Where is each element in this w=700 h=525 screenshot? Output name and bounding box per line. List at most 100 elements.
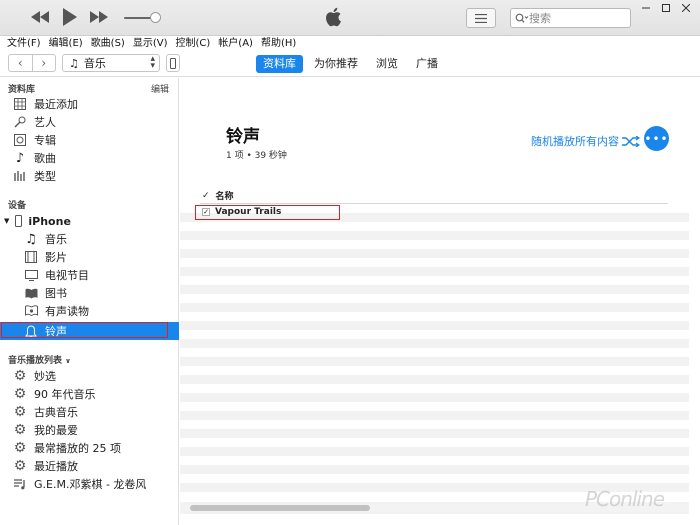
up-down-chevron-icon: ▴ ▾ [150,54,155,71]
menu-edit[interactable]: 编辑(E) [49,36,83,51]
smart-playlist-gear-icon: ⚙ [13,404,27,420]
up-next-list-button[interactable] [466,8,496,28]
sidebar-item-genres[interactable]: 类型 [0,167,179,185]
close-button[interactable] [676,0,696,16]
sidebar-playlist-gem[interactable]: G.E.M.邓紫棋 - 龙卷风 [0,475,179,493]
player-bar [0,0,700,36]
book-icon [24,286,38,300]
menu-song[interactable]: 歌曲(S) [91,36,125,51]
tab-library[interactable]: 资料库 [256,55,303,73]
tab-for-you[interactable]: 为你推荐 [307,55,365,73]
disclosure-triangle-icon: ▼ [4,217,10,225]
smart-playlist-gear-icon: ⚙ [13,422,27,438]
playlists-section-header[interactable]: 音乐播放列表 ∨ [8,353,71,366]
sidebar-highlight-box [1,322,168,338]
sidebar-device-books[interactable]: 图书 [0,284,179,302]
chevron-down-icon: ∨ [65,357,71,365]
menu-bar: 文件(F) 编辑(E) 歌曲(S) 显示(V) 控制(C) 帐户(A) 帮助(H… [0,36,700,51]
list-header: ✓ 名称 [200,188,668,204]
media-type-label: 音乐 [83,57,106,70]
music-note-icon: ♪ [15,150,25,166]
sidebar-item-label: 艺人 [34,116,56,129]
scrollbar-thumb[interactable] [190,505,370,511]
next-track-button[interactable] [89,6,109,28]
chevron-left-icon: ‹ [17,56,23,70]
recent-grid-icon [13,97,27,111]
sidebar-item-label: 图书 [45,287,67,300]
sidebar-playlist-recently-played[interactable]: ⚙ 最近播放 [0,457,179,475]
column-name[interactable]: 名称 [216,189,234,202]
header-checkmark-icon[interactable]: ✓ [202,191,210,201]
sidebar-item-label: G.E.M.邓紫棋 - 龙卷风 [34,478,147,491]
sidebar-item-artists[interactable]: 艺人 [0,113,179,131]
vertical-scrollbar[interactable] [689,78,700,510]
media-type-select[interactable]: ♫ 音乐 ▴ ▾ [62,54,160,72]
sidebar-item-label: 最近播放 [34,460,78,473]
search-input[interactable] [529,11,619,25]
sidebar-playlist-90s[interactable]: ⚙ 90 年代音乐 [0,385,179,403]
sidebar-item-label: 有声读物 [45,305,89,318]
genre-icon [13,169,27,183]
sidebar: 资料库 编辑 最近添加 艺人 专辑 ♪ 歌曲 类型 设备 ▼ iPhone ♫ … [0,78,179,525]
sidebar-item-label: 我的最爱 [34,424,78,437]
playlist-icon [13,477,27,491]
back-button[interactable]: ‹ [9,55,32,71]
tab-browse[interactable]: 浏览 [369,55,405,73]
sidebar-device-tv-shows[interactable]: 电视节目 [0,266,179,284]
library-section-header: 资料库 [8,85,36,95]
maximize-icon [662,4,670,12]
sidebar-device-movies[interactable]: 影片 [0,248,179,266]
play-button[interactable] [60,6,80,28]
chevron-right-icon: › [41,56,47,70]
sidebar-item-label: 专辑 [34,134,56,147]
forward-button[interactable]: › [31,55,56,71]
menu-help[interactable]: 帮助(H) [261,36,296,51]
sidebar-item-label: 影片 [45,251,67,264]
sidebar-playlist-top25[interactable]: ⚙ 最常播放的 25 项 [0,439,179,457]
menu-controls[interactable]: 控制(C) [176,36,211,51]
sidebar-item-label: 最常播放的 25 项 [34,442,121,455]
list-icon [475,13,487,23]
sidebar-item-label: 电视节目 [45,269,89,282]
search-box[interactable] [510,8,631,28]
sidebar-playlist-favorites[interactable]: ⚙ 我的最爱 [0,421,179,439]
sidebar-device-iphone[interactable]: ▼ iPhone [0,212,179,230]
menu-file[interactable]: 文件(F) [7,36,41,51]
tv-icon [24,268,38,282]
iphone-icon [170,57,176,69]
sidebar-item-recently-added[interactable]: 最近添加 [0,95,179,113]
sidebar-item-label: 类型 [34,170,56,183]
device-button[interactable] [166,54,180,72]
rewind-icon [31,11,49,23]
sidebar-device-music[interactable]: ♫ 音乐 [0,230,179,248]
volume-knob[interactable] [150,12,161,23]
search-icon [515,13,529,23]
menu-view[interactable]: 显示(V) [133,36,168,51]
sidebar-item-albums[interactable]: 专辑 [0,131,179,149]
edit-link[interactable]: 编辑 [151,82,169,95]
audiobook-icon [24,304,38,318]
smart-playlist-gear-icon: ⚙ [13,440,27,456]
tab-bar: 资料库 为你推荐 浏览 广播 [256,55,449,73]
menu-account[interactable]: 帐户(A) [218,36,253,51]
previous-track-button[interactable] [30,6,50,28]
sidebar-item-label: 歌曲 [34,152,56,165]
sidebar-item-songs[interactable]: ♪ 歌曲 [0,149,179,167]
smart-playlist-gear-icon: ⚙ [13,386,27,402]
sidebar-item-label: 音乐 [45,233,67,246]
sidebar-item-label: 90 年代音乐 [34,388,96,401]
sidebar-playlist-genius[interactable]: ⚙ 妙选 [0,367,179,385]
main-content: 铃声 1 项 • 39 秒钟 随机播放所有内容 ••• ✓ 名称 ✓ Vapou… [180,78,700,525]
tab-radio[interactable]: 广播 [409,55,445,73]
sidebar-playlist-classical[interactable]: ⚙ 古典音乐 [0,403,179,421]
page-subtitle: 1 项 • 39 秒钟 [226,151,287,161]
smart-playlist-gear-icon: ⚙ [13,458,27,474]
maximize-button[interactable] [656,0,676,16]
shuffle-label: 随机播放所有内容 [531,135,619,148]
ellipsis-icon: ••• [644,131,669,146]
minimize-button[interactable] [636,0,656,16]
song-list-rows [180,204,689,500]
sidebar-device-audiobooks[interactable]: 有声读物 [0,302,179,320]
shuffle-all-button[interactable]: 随机播放所有内容 [531,133,640,149]
more-options-button[interactable]: ••• [644,126,669,151]
